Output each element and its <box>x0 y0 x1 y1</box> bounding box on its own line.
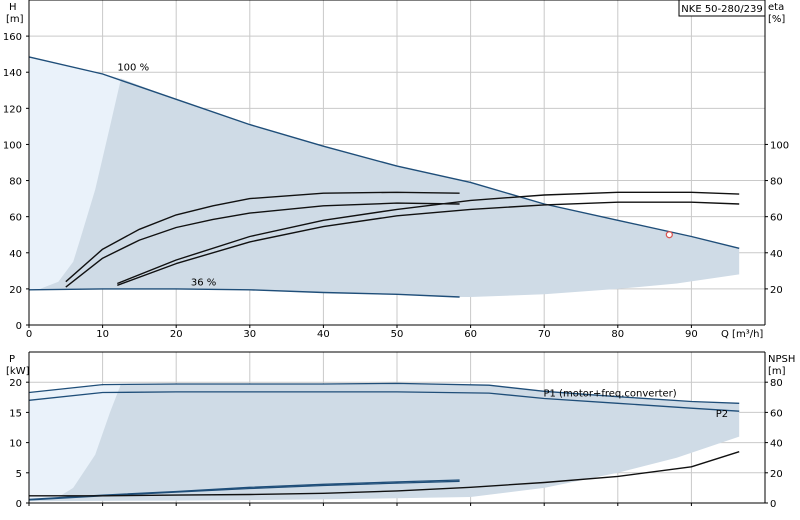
power-npsh-curve-label-1: P2 <box>716 409 728 420</box>
head-efficiency-x-tick-label: 0 <box>26 329 32 340</box>
head-efficiency-x-tick-label: 80 <box>611 329 624 340</box>
head-efficiency-x-tick-label: 90 <box>685 329 698 340</box>
power-npsh-y-tick-label: 5 <box>16 469 22 480</box>
power-npsh-y2-tick-label: 40 <box>770 439 783 450</box>
head-efficiency-y2-tick-label: 40 <box>770 249 783 260</box>
head-efficiency-x-tick-label: 10 <box>96 329 109 340</box>
pump-curve-svg: 020406080100120140160204060801000 10 20 30 4… <box>3 0 795 510</box>
pump-curve-chart: 0 20 40 60 80 100 120 140 160 20 40 60 80 100 0 10 20 30 4… <box>0 0 800 520</box>
head-efficiency-y-tick-label: 80 <box>9 177 22 188</box>
head-efficiency-y-tick-label: 60 <box>9 213 22 224</box>
head-efficiency-y-tick-label: 100 <box>3 140 22 151</box>
power-npsh-y-tick-label: 0 <box>16 499 22 510</box>
head-efficiency-x-tick-label: 60 <box>464 329 477 340</box>
head-efficiency-y2-tick-label: 80 <box>770 177 783 188</box>
power-npsh-y2-tick-label: 80 <box>770 378 783 389</box>
head-efficiency-x-tick-label: 40 <box>317 329 330 340</box>
power-npsh-ylabel-right-2: [m] <box>768 366 786 377</box>
head-efficiency-x-tick-label: 70 <box>538 329 551 340</box>
head-efficiency-xlabel: Q [m³/h] <box>721 329 763 340</box>
head-efficiency-y-tick-label: 20 <box>9 285 22 296</box>
power-npsh-ylabel-right-1: NPSH <box>768 354 795 365</box>
power-npsh-curve-label-0: P1 (motor+freq.converter) <box>543 389 676 400</box>
head-efficiency-y2-tick-label: 60 <box>770 213 783 224</box>
power-npsh-y-tick-label: 15 <box>9 408 22 419</box>
power-npsh-y2-tick-label: 0 <box>770 499 776 510</box>
head-efficiency-y-tick-label: 140 <box>3 68 22 79</box>
head-efficiency-y2-tick-label: 20 <box>770 285 783 296</box>
head-efficiency-curve-label-0: 100 % <box>117 62 149 73</box>
head-efficiency-x-tick-label: 50 <box>391 329 404 340</box>
head-efficiency-ylabel-right-1: eta <box>768 2 784 13</box>
head-efficiency-x-tick-label: 20 <box>170 329 183 340</box>
head-efficiency-y-tick-label: 160 <box>3 32 22 43</box>
head-efficiency-y-tick-label: 0 <box>16 321 22 332</box>
head-efficiency-y-tick-label: 120 <box>3 104 22 115</box>
head-efficiency-ylabel-left-2: [m] <box>6 14 24 25</box>
head-efficiency-y2-tick-label: 100 <box>770 140 789 151</box>
head-efficiency-ylabel-right-2: [%] <box>768 14 785 25</box>
head-efficiency-ylabel-left-1: H <box>9 2 17 13</box>
power-npsh-ylabel-left-2: [kW] <box>6 366 30 377</box>
head-efficiency-chart-title: NKE 50-280/239 <box>681 4 762 15</box>
power-npsh-y2-tick-label: 20 <box>770 469 783 480</box>
power-npsh-y-tick-label: 20 <box>9 378 22 389</box>
head-efficiency-y-tick-label: 40 <box>9 249 22 260</box>
power-npsh-ylabel-left-1: P <box>9 354 15 365</box>
head-efficiency-x-tick-label: 30 <box>243 329 256 340</box>
power-npsh-y-tick-label: 10 <box>9 439 22 450</box>
head-efficiency-curve-label-1: 36 % <box>191 277 216 288</box>
head-efficiency-operating-point <box>665 231 673 239</box>
power-npsh-y2-tick-label: 60 <box>770 408 783 419</box>
